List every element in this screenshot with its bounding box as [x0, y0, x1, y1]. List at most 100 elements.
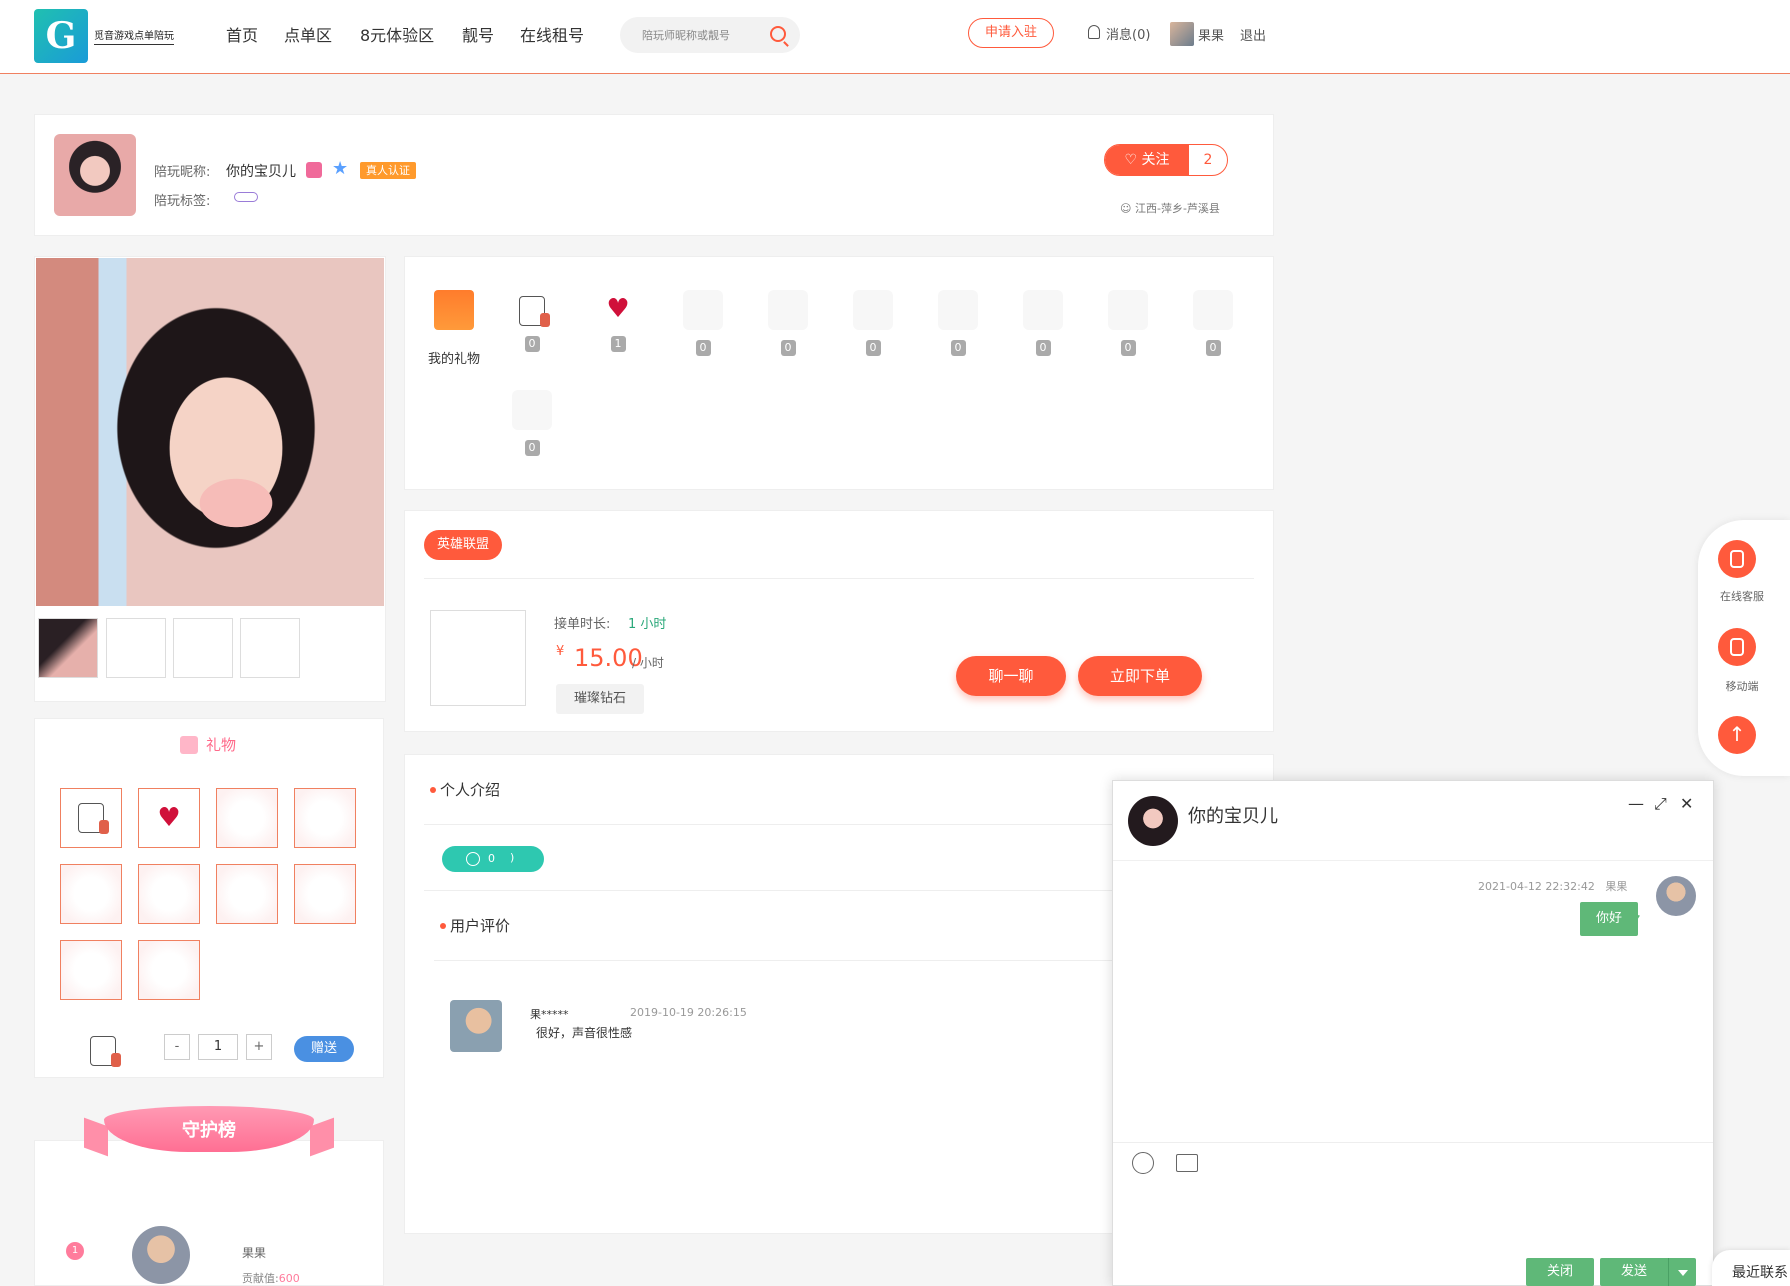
- message-meta: 2021-04-12 22:32:42 果果: [1478, 878, 1627, 894]
- gift-count: 0: [1035, 340, 1051, 356]
- photo-thumb-2[interactable]: [106, 618, 166, 678]
- quantity-stepper[interactable]: - 1 +: [164, 1034, 272, 1060]
- intro-title: 个人介绍: [440, 781, 501, 799]
- follow-button[interactable]: ♡ 关注 2: [1104, 144, 1228, 176]
- verified-badge: 真人认证: [360, 162, 416, 179]
- increment-button[interactable]: +: [246, 1034, 272, 1060]
- nav-trial-zone[interactable]: 8元体验区: [360, 22, 434, 46]
- minimize-icon[interactable]: —: [1628, 794, 1644, 813]
- gift-option[interactable]: [60, 940, 122, 1000]
- chat-button[interactable]: 聊一聊: [956, 656, 1066, 696]
- sound-wave-icon: ): [510, 851, 515, 864]
- gift-wall-item: 0: [1183, 290, 1243, 356]
- review-time: 2019-10-19 20:26:15: [630, 1006, 747, 1019]
- apply-join-button[interactable]: 申请入驻: [968, 18, 1054, 48]
- search-input[interactable]: 陪玩师昵称或靓号: [642, 27, 730, 43]
- reviews-title: 用户评价: [450, 917, 511, 935]
- gift-count: 0: [780, 340, 796, 356]
- message-time: 2021-04-12 22:32:42: [1478, 880, 1595, 893]
- mobile-button[interactable]: [1718, 628, 1756, 666]
- price-unit: / 小时: [632, 656, 664, 670]
- bullet-dot: [440, 923, 446, 929]
- gift-wall-item: 0: [758, 290, 818, 356]
- floating-menu: 在线客服 移动端 ↑: [1698, 520, 1790, 776]
- tag-pill: [234, 192, 258, 202]
- main-photo[interactable]: [36, 258, 384, 606]
- heart-icon: ♥: [606, 294, 630, 324]
- gift-count: 0: [865, 340, 881, 356]
- gift-placeholder-icon: [938, 290, 978, 330]
- profile-card: [34, 114, 1274, 236]
- search-box[interactable]: 陪玩师昵称或靓号: [620, 17, 800, 53]
- voice-duration: 0: [488, 852, 495, 865]
- duration-label: 接单时长:: [554, 617, 611, 632]
- quantity-input[interactable]: 1: [198, 1034, 238, 1060]
- recent-contacts-tab[interactable]: 最近联系: [1712, 1250, 1790, 1286]
- gift-wall-item: 0: [502, 296, 562, 352]
- nav-home[interactable]: 首页: [226, 22, 258, 46]
- logout-link[interactable]: 退出: [1240, 25, 1266, 44]
- game-image: [430, 610, 526, 706]
- gift-count: 0: [695, 340, 711, 356]
- gift-option[interactable]: [138, 864, 200, 924]
- mascot-gift-icon: [519, 296, 550, 327]
- divider: [424, 578, 1254, 579]
- nav-order-zone[interactable]: 点单区: [284, 22, 332, 46]
- bullet-dot: [430, 787, 436, 793]
- guard-panel: [34, 1140, 384, 1286]
- photo-thumb-3[interactable]: [173, 618, 233, 678]
- gift-option[interactable]: [60, 864, 122, 924]
- reviewer-name: 果*****: [530, 1008, 569, 1021]
- review-text: 很好，声音很性感: [536, 1026, 633, 1040]
- gift-option-mascot[interactable]: [60, 788, 122, 848]
- divider: [424, 890, 1124, 891]
- play-icon[interactable]: [466, 852, 480, 866]
- back-to-top-arrow-icon[interactable]: ↑: [1718, 716, 1756, 754]
- top-header: [0, 0, 1790, 74]
- gift-option[interactable]: [138, 940, 200, 1000]
- photo-thumb-4[interactable]: [240, 618, 300, 678]
- mobile-label: 移动端: [1725, 680, 1759, 693]
- voice-player[interactable]: 0 ): [442, 846, 544, 872]
- gift-count: 0: [1205, 340, 1221, 356]
- send-button[interactable]: 发送: [1600, 1258, 1668, 1286]
- reviewer-avatar: [450, 1000, 502, 1052]
- game-tag[interactable]: 英雄联盟: [424, 530, 502, 560]
- image-icon[interactable]: [1176, 1154, 1198, 1172]
- close-icon[interactable]: ✕: [1680, 794, 1693, 813]
- close-chat-button[interactable]: 关闭: [1526, 1258, 1594, 1286]
- user-avatar[interactable]: [1170, 22, 1194, 46]
- chat-avatar: [1128, 796, 1178, 846]
- gift-placeholder-icon: [853, 290, 893, 330]
- decrement-button[interactable]: -: [164, 1034, 190, 1060]
- gift-option[interactable]: [294, 788, 356, 848]
- order-now-button[interactable]: 立即下单: [1078, 656, 1202, 696]
- follow-label: 关注: [1141, 152, 1170, 168]
- guard-name: 果果: [242, 1246, 267, 1260]
- messages-link[interactable]: 消息(0): [1088, 24, 1150, 43]
- gift-placeholder-icon: [683, 290, 723, 330]
- chat-badge-icon: [306, 162, 322, 178]
- gift-wall-item: ♥ 1: [588, 296, 648, 352]
- location-value: 江西-萍乡-芦溪县: [1134, 202, 1220, 215]
- maximize-icon[interactable]: ⤢: [1654, 794, 1667, 814]
- site-logo[interactable]: G 觅音游戏点单陪玩: [34, 8, 178, 64]
- nav-premium-id[interactable]: 靓号: [462, 22, 494, 46]
- search-icon[interactable]: [770, 26, 786, 42]
- chat-textarea[interactable]: [1113, 1180, 1713, 1250]
- star-icon: ★: [332, 158, 349, 179]
- follow-count: 2: [1203, 152, 1213, 168]
- send-gift-button[interactable]: 赠送: [294, 1036, 354, 1062]
- username-link[interactable]: 果果: [1198, 25, 1224, 44]
- emoji-icon[interactable]: [1132, 1152, 1154, 1174]
- customer-service-button[interactable]: [1718, 540, 1756, 578]
- gift-option-heart[interactable]: ♥: [138, 788, 200, 848]
- gift-option[interactable]: [216, 864, 278, 924]
- service-bell-icon: [1730, 550, 1744, 568]
- photo-thumb-1[interactable]: [38, 618, 98, 678]
- nav-account-rental[interactable]: 在线租号: [520, 22, 584, 46]
- gift-option[interactable]: [294, 864, 356, 924]
- logo-text: 觅音游戏点单陪玩: [94, 27, 174, 45]
- send-options-icon[interactable]: [1668, 1258, 1696, 1286]
- gift-option[interactable]: [216, 788, 278, 848]
